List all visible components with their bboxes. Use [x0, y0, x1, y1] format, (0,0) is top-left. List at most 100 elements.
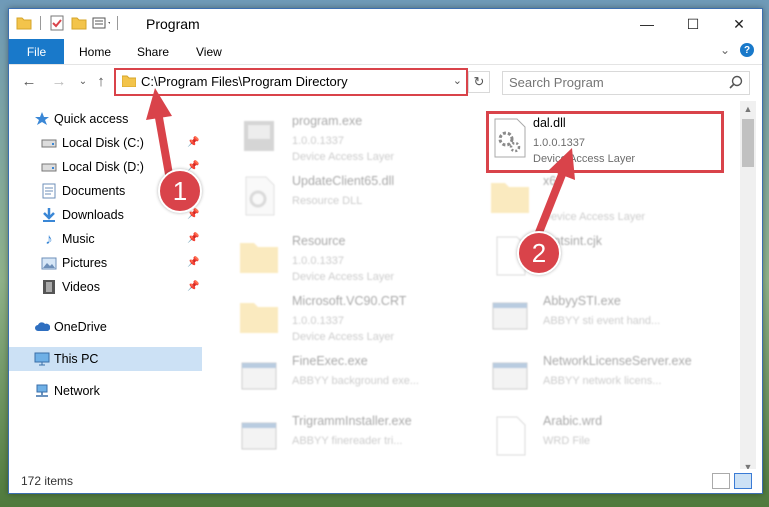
file-meta: WRD File	[543, 435, 591, 447]
status-bar: 172 items	[9, 469, 762, 493]
navigation-pane: Quick access Local Disk (C:) 📌 Local Dis…	[9, 101, 202, 469]
sidebar-item-pictures[interactable]: Pictures 📌	[9, 251, 202, 275]
network-icon	[34, 383, 50, 399]
downloads-icon	[41, 207, 57, 223]
minimize-button[interactable]: —	[624, 9, 670, 39]
file-item[interactable]: program.exe 1.0.0.1337 Device Access Laye…	[238, 109, 478, 167]
file-item[interactable]: Microsoft.VC90.CRT 1.0.0.1337 Device Acce…	[238, 289, 478, 347]
sidebar-item-label: Pictures	[62, 256, 108, 270]
scrollbar-thumb[interactable]	[742, 119, 754, 167]
pictures-icon	[41, 255, 57, 271]
maximize-button[interactable]: ☐	[670, 9, 716, 39]
properties-icon[interactable]	[48, 14, 66, 32]
file-name: AbbyySTI.exe	[543, 294, 621, 308]
search-icon[interactable]	[729, 75, 743, 92]
sidebar-item-this-pc[interactable]: This PC	[9, 347, 202, 371]
file-item[interactable]: NetworkLicenseServer.exe ABBYY network l…	[489, 349, 729, 407]
recent-locations-icon[interactable]: ⌄	[73, 72, 93, 90]
exe-icon	[244, 121, 274, 151]
file-name: Arabic.wrd	[543, 414, 603, 428]
navigation-bar: ← → ⌄ ↑ C:\Program Files\Program Directo…	[9, 65, 762, 97]
file-item[interactable]: AbbyySTI.exe ABBYY sti event hand...	[489, 289, 729, 347]
file-list: program.exe 1.0.0.1337 Device Access Laye…	[210, 101, 741, 469]
file-item[interactable]: UpdateClient65.dll Resource DLL	[238, 169, 478, 227]
details-view-icon[interactable]	[712, 473, 730, 489]
pin-icon: 📌	[187, 137, 200, 148]
folder-icon[interactable]	[15, 14, 33, 32]
window-title: Program	[146, 16, 200, 32]
pin-icon: 📌	[187, 257, 200, 268]
sidebar-item-label: Videos	[62, 280, 100, 294]
window-controls: — ☐ ✕	[624, 9, 762, 39]
item-count: 172 items	[21, 474, 74, 488]
file-name: FineExec.exe	[292, 354, 368, 368]
file-meta: ABBYY network licens...	[543, 375, 662, 387]
cloud-icon	[34, 319, 50, 335]
file-meta: 1.0.0.1337 Device Access Layer	[292, 255, 395, 283]
file-meta: 1.0.0.1337 Device Access Layer	[533, 137, 636, 165]
new-folder-icon[interactable]	[70, 14, 88, 32]
step-2-badge: 2	[517, 231, 561, 275]
tab-share[interactable]: Share	[137, 39, 169, 64]
folder-icon	[491, 183, 529, 213]
file-name: dal.dll	[533, 116, 566, 130]
sidebar-item-quick-access[interactable]: Quick access	[9, 107, 202, 131]
expand-ribbon-icon[interactable]: ⌄	[720, 43, 730, 57]
search-box[interactable]	[502, 71, 750, 95]
sidebar-item-label: Music	[62, 232, 95, 246]
up-arrow-icon[interactable]: ↑	[91, 72, 111, 90]
file-item-dal-dll[interactable]: dal.dll 1.0.0.1337 Device Access Layer	[489, 111, 729, 169]
file-meta: ABBYY finereader tri...	[292, 435, 403, 447]
help-icon[interactable]: ?	[740, 43, 754, 57]
toolbar-divider	[40, 16, 41, 30]
file-meta: ABBYY sti event hand...	[543, 315, 661, 327]
sidebar-item-label: Network	[54, 384, 100, 398]
vertical-scrollbar[interactable]: ▲ ▼	[740, 101, 756, 475]
sidebar-item-label: Local Disk (C:)	[62, 136, 144, 150]
folder-icon	[240, 243, 278, 273]
file-name: NetworkLicenseServer.exe	[543, 354, 692, 368]
sidebar-item-local-disk-c[interactable]: Local Disk (C:) 📌	[9, 131, 202, 155]
tab-home[interactable]: Home	[79, 39, 111, 64]
drive-icon	[41, 159, 57, 175]
documents-icon	[41, 183, 57, 199]
file-meta: 1.0.0.1337 Device Access Layer	[292, 315, 395, 343]
dll-icon	[245, 176, 275, 216]
sidebar-item-onedrive[interactable]: OneDrive	[9, 315, 202, 339]
ribbon-controls: ⌄ ?	[720, 43, 754, 57]
chevron-down-icon[interactable]: ⌄	[453, 74, 462, 87]
sidebar-item-network[interactable]: Network	[9, 379, 202, 403]
customize-toolbar-icon[interactable]	[92, 14, 110, 32]
sidebar-item-music[interactable]: ♪ Music 📌	[9, 227, 202, 251]
address-path: C:\Program Files\Program Directory	[141, 74, 348, 89]
back-arrow-icon[interactable]: ←	[19, 72, 39, 90]
tab-view[interactable]: View	[196, 39, 222, 64]
file-item[interactable]: Arabic.wrd WRD File	[489, 409, 729, 467]
explorer-window: Program — ☐ ✕ File Home Share View ⌄ ? ←…	[8, 8, 763, 494]
dll-icon	[494, 118, 526, 158]
view-toggle	[712, 473, 752, 489]
file-item[interactable]: Resource 1.0.0.1337 Device Access Layer	[238, 229, 478, 287]
sidebar-item-label: OneDrive	[54, 320, 107, 334]
folder-icon	[240, 303, 278, 333]
file-name: Resource	[292, 234, 346, 248]
tab-file[interactable]: File	[9, 39, 64, 64]
file-name: x64	[543, 174, 564, 188]
file-item[interactable]: FineExec.exe ABBYY background exe...	[238, 349, 478, 407]
sidebar-item-videos[interactable]: Videos 📌	[9, 275, 202, 299]
refresh-button[interactable]: ↻	[468, 71, 490, 93]
pin-icon: 📌	[187, 233, 200, 244]
address-bar[interactable]: C:\Program Files\Program Directory ⌄	[114, 68, 468, 96]
music-icon: ♪	[45, 230, 53, 248]
search-input[interactable]	[503, 72, 709, 92]
exe-icon	[492, 362, 528, 390]
file-item[interactable]: TrigrammInstaller.exe ABBYY finereader t…	[238, 409, 478, 467]
scroll-up-icon[interactable]: ▲	[742, 103, 754, 115]
sidebar-item-label: Quick access	[54, 112, 129, 126]
file-item[interactable]: x64 Device Access Layer	[489, 169, 729, 227]
forward-arrow-icon[interactable]: →	[49, 72, 69, 90]
close-button[interactable]: ✕	[716, 9, 762, 39]
file-meta: Resource DLL	[292, 195, 363, 207]
file-name: TrigrammInstaller.exe	[292, 414, 412, 428]
tiles-view-icon[interactable]	[734, 473, 752, 489]
